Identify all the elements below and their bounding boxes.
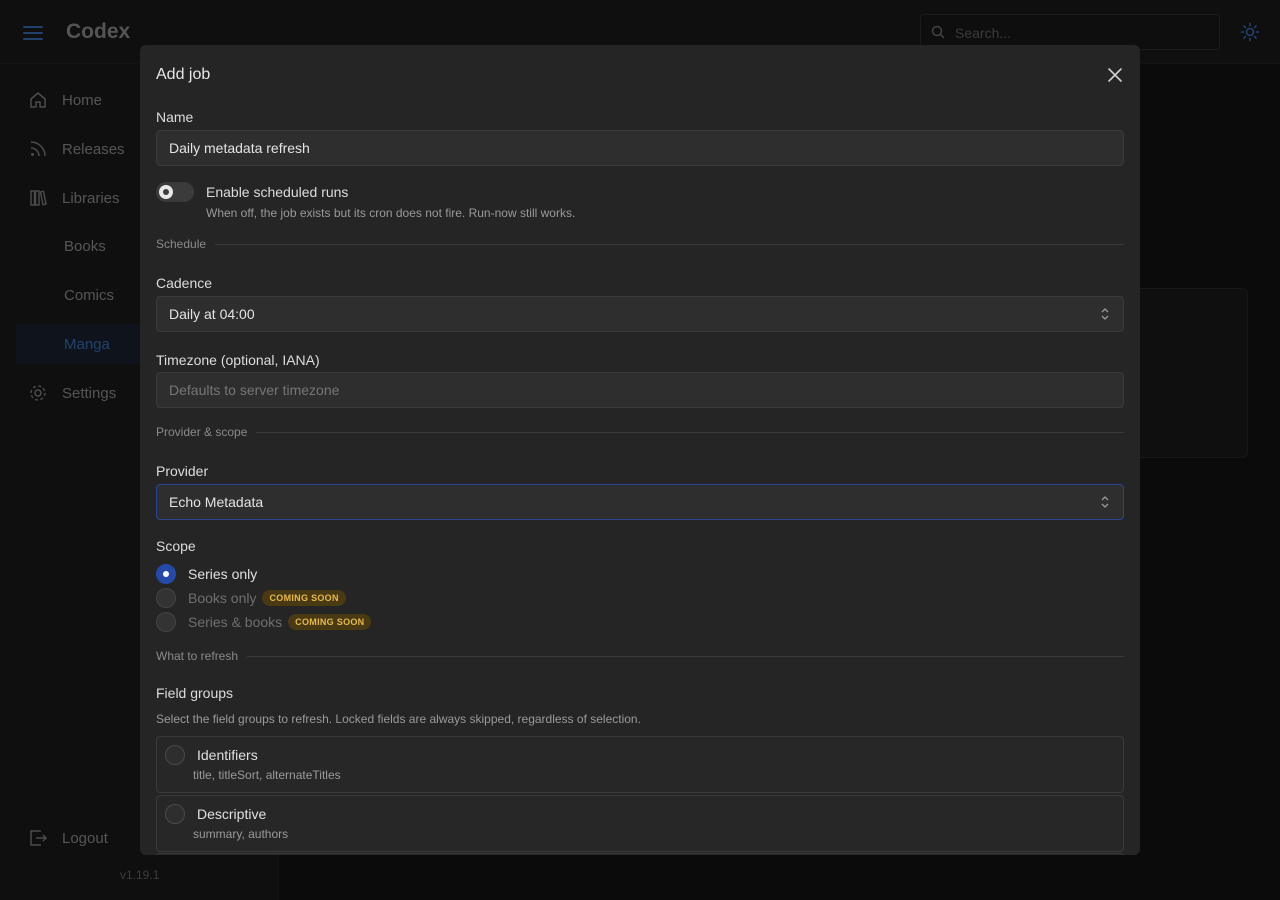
name-input[interactable]: Daily metadata refresh: [156, 130, 1124, 166]
section-title: Provider & scope: [156, 425, 248, 439]
provider-value: Echo Metadata: [169, 494, 264, 510]
toggle-description: When off, the job exists but its cron do…: [206, 206, 576, 220]
field-groups-label: Field groups: [156, 685, 234, 701]
provider-label: Provider: [156, 463, 209, 479]
timezone-placeholder: Defaults to server timezone: [169, 382, 340, 398]
radio-selected[interactable]: [156, 564, 176, 584]
provider-select[interactable]: Echo Metadata: [156, 484, 1124, 520]
coming-soon-badge: COMING SOON: [262, 590, 346, 606]
section-title: What to refresh: [156, 649, 239, 663]
scope-option-books: Books only COMING SOON: [156, 588, 346, 608]
scope-option-label: Series only: [188, 566, 258, 582]
field-group-desc: title, titleSort, alternateTitles: [193, 768, 341, 782]
toggle-knob: [159, 185, 173, 199]
name-value: Daily metadata refresh: [169, 140, 310, 156]
cadence-value: Daily at 04:00: [169, 306, 255, 322]
coming-soon-badge: COMING SOON: [288, 614, 372, 630]
chevron-updown-icon: [1101, 308, 1109, 320]
chevron-updown-icon: [1101, 496, 1109, 508]
scope-option-series[interactable]: Series only: [156, 564, 257, 584]
field-group-descriptive[interactable]: Descriptive summary, authors: [156, 795, 1124, 852]
cadence-select[interactable]: Daily at 04:00: [156, 296, 1124, 332]
toggle-label: Enable scheduled runs: [206, 184, 349, 200]
field-group-checkbox[interactable]: [165, 804, 185, 824]
cadence-label: Cadence: [156, 275, 213, 291]
field-group-identifiers[interactable]: Identifiers title, titleSort, alternateT…: [156, 736, 1124, 793]
timezone-label: Timezone (optional, IANA): [156, 352, 320, 368]
field-group-desc: summary, authors: [193, 827, 289, 841]
field-group-next[interactable]: [156, 853, 1124, 855]
field-group-title: Identifiers: [197, 747, 258, 763]
field-groups-helper: Select the field groups to refresh. Lock…: [156, 712, 641, 726]
field-group-title: Descriptive: [197, 806, 267, 822]
field-group-checkbox[interactable]: [165, 745, 185, 765]
scope-option-label: Series & books: [188, 614, 283, 630]
scope-label: Scope: [156, 538, 196, 554]
section-title: Schedule: [156, 237, 207, 251]
scope-option-label: Books only: [188, 590, 257, 606]
section-divider-schedule: Schedule: [156, 237, 1124, 251]
radio-disabled: [156, 588, 176, 608]
radio-disabled: [156, 612, 176, 632]
section-divider-provider-scope: Provider & scope: [156, 425, 1124, 439]
scope-option-series-books: Series & books COMING SOON: [156, 612, 372, 632]
section-divider-what: What to refresh: [156, 649, 1124, 663]
enable-scheduled-toggle[interactable]: [156, 182, 194, 202]
name-label: Name: [156, 109, 194, 125]
close-icon[interactable]: [1106, 66, 1124, 84]
add-job-dialog: Add job Name Daily metadata refresh Enab…: [140, 45, 1140, 855]
timezone-input[interactable]: Defaults to server timezone: [156, 372, 1124, 408]
dialog-title: Add job: [156, 66, 211, 83]
